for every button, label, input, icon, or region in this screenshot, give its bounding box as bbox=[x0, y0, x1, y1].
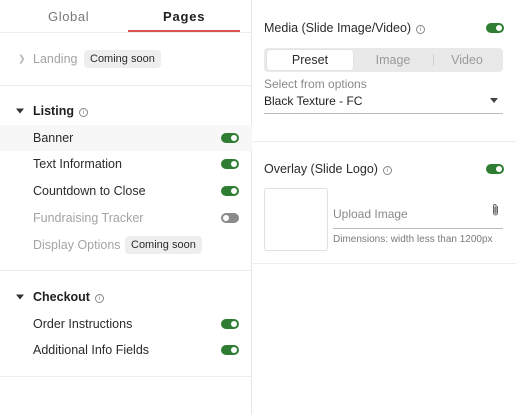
caret-down-icon bbox=[16, 294, 24, 300]
divider bbox=[0, 270, 252, 271]
text-information-toggle[interactable] bbox=[221, 159, 239, 169]
additional-info-toggle[interactable] bbox=[221, 345, 239, 355]
checkout-item-additional-info[interactable]: Additional Info Fields bbox=[0, 337, 252, 363]
item-label: Additional Info Fields bbox=[33, 343, 150, 357]
tab-divider bbox=[0, 32, 252, 33]
segment-video[interactable]: Video bbox=[434, 50, 500, 70]
listing-item-text-information[interactable]: Text Information bbox=[0, 151, 252, 177]
section-title-listing: Listing i bbox=[33, 104, 88, 118]
select-label: Select from options bbox=[264, 77, 367, 91]
item-label: Fundraising Tracker bbox=[33, 211, 144, 225]
coming-soon-badge: Coming soon bbox=[125, 236, 202, 254]
coming-soon-badge: Coming soon bbox=[84, 50, 161, 68]
listing-item-fundraising-tracker[interactable]: Fundraising Tracker bbox=[0, 205, 252, 231]
info-icon[interactable]: i bbox=[94, 294, 104, 303]
item-label: Order Instructions bbox=[33, 317, 133, 331]
landing-label: Landing bbox=[33, 52, 78, 66]
caret-down-icon[interactable] bbox=[490, 98, 498, 103]
info-icon[interactable]: i bbox=[382, 166, 392, 175]
listing-item-banner[interactable]: Banner bbox=[0, 125, 252, 151]
chevron-right-icon: ❯ bbox=[18, 53, 26, 64]
divider bbox=[0, 376, 252, 377]
section-header-checkout[interactable]: Checkout i bbox=[0, 284, 252, 310]
tab-global[interactable]: Global bbox=[48, 9, 89, 24]
divider bbox=[253, 263, 516, 264]
info-icon[interactable]: i bbox=[416, 25, 426, 34]
overlay-toggle[interactable] bbox=[486, 164, 504, 174]
fundraising-tracker-toggle[interactable] bbox=[221, 213, 239, 223]
segment-image[interactable]: Image bbox=[354, 50, 432, 70]
caret-down-icon bbox=[16, 108, 24, 114]
settings-nav-panel: Global Pages ❯ Landing Coming soon Listi… bbox=[0, 0, 252, 414]
upload-image-field[interactable]: Upload Image bbox=[333, 207, 408, 221]
settings-detail-panel: Media (Slide Image/Video) i Preset Image … bbox=[253, 0, 516, 414]
checkout-item-order-instructions[interactable]: Order Instructions bbox=[0, 311, 252, 337]
countdown-toggle[interactable] bbox=[221, 186, 239, 196]
media-source-segmented-control: Preset Image Video bbox=[264, 48, 503, 72]
listing-item-countdown[interactable]: Countdown to Close bbox=[0, 178, 252, 204]
preset-select[interactable]: Black Texture - FC bbox=[264, 94, 362, 108]
listing-item-display-options[interactable]: Display Options Coming soon bbox=[0, 232, 252, 258]
select-underline bbox=[264, 113, 503, 114]
overlay-title: Overlay (Slide Logo) i bbox=[264, 162, 392, 176]
item-label: Banner bbox=[33, 131, 74, 145]
paperclip-icon[interactable] bbox=[491, 203, 500, 217]
banner-toggle[interactable] bbox=[221, 133, 239, 143]
logo-thumbnail bbox=[264, 188, 328, 251]
tab-pages[interactable]: Pages bbox=[163, 9, 205, 24]
item-label: Display Options bbox=[33, 238, 121, 252]
segment-preset[interactable]: Preset bbox=[267, 50, 353, 70]
section-header-listing[interactable]: Listing i bbox=[0, 98, 252, 124]
section-title-checkout: Checkout i bbox=[33, 290, 104, 304]
media-toggle[interactable] bbox=[486, 23, 504, 33]
divider bbox=[253, 141, 516, 142]
dimensions-hint: Dimensions: width less than 1200px bbox=[333, 234, 493, 245]
nav-item-landing[interactable]: ❯ Landing Coming soon bbox=[0, 46, 252, 72]
media-title: Media (Slide Image/Video) i bbox=[264, 21, 426, 35]
info-icon[interactable]: i bbox=[78, 108, 88, 117]
item-label: Text Information bbox=[33, 157, 122, 171]
divider bbox=[0, 85, 252, 86]
upload-underline bbox=[333, 228, 503, 229]
tab-bar: Global Pages bbox=[0, 0, 252, 34]
item-label: Countdown to Close bbox=[33, 184, 146, 198]
order-instructions-toggle[interactable] bbox=[221, 319, 239, 329]
